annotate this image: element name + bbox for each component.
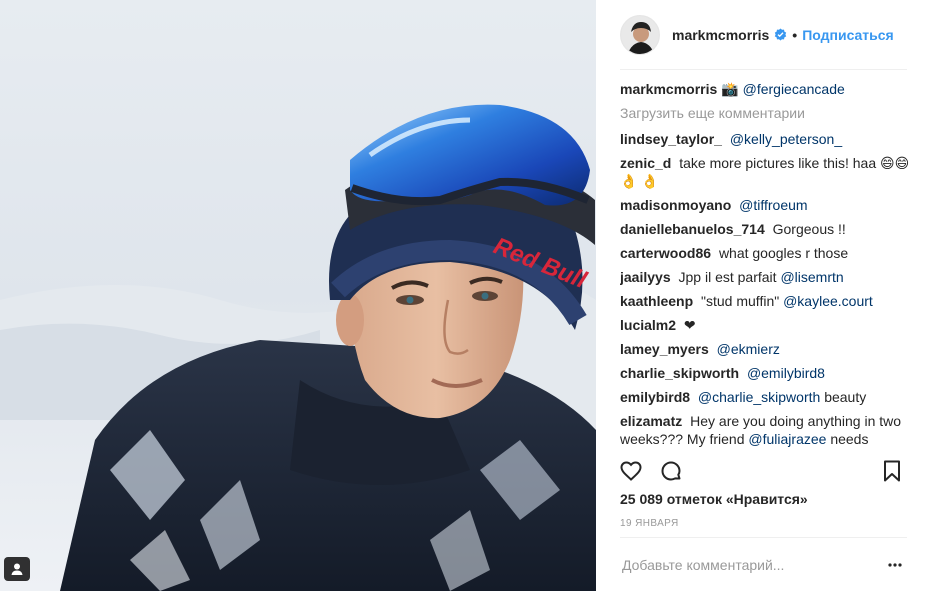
avatar-image xyxy=(621,15,659,54)
caption-emoji: 📸 xyxy=(721,81,739,97)
comment-username[interactable]: lamey_myers xyxy=(620,341,709,357)
comment-row: charlie_skipworth @emilybird8 xyxy=(620,364,911,382)
comment-mention[interactable]: @kaylee.court xyxy=(783,293,873,309)
comment-row: madisonmoyano @tiffroeum xyxy=(620,196,911,214)
comment-mention[interactable]: @tiffroeum xyxy=(739,197,807,213)
comment-text: what googles r those xyxy=(718,245,849,261)
comment-text: ❤ xyxy=(683,317,696,333)
load-more-comments[interactable]: Загрузить еще комментарии xyxy=(620,104,911,122)
comment-row: lucialm2 ❤ xyxy=(620,316,911,334)
comment-username[interactable]: charlie_skipworth xyxy=(620,365,739,381)
comment-input[interactable] xyxy=(620,556,883,573)
comment-row: lindsey_taylor_ @kelly_peterson_ xyxy=(620,130,911,148)
likes-count[interactable]: 25 089 отметок «Нравится» xyxy=(620,491,808,507)
comment-username[interactable]: emilybird8 xyxy=(620,389,690,405)
comment-mention[interactable]: @fuliajrazee xyxy=(748,431,826,447)
caption-mention[interactable]: @fergiecancade xyxy=(743,81,845,97)
user-tag-icon xyxy=(11,563,23,575)
comment-bubble-icon xyxy=(661,461,681,481)
comment-text: "stud muffin" xyxy=(701,293,780,309)
comment-text: Jpp il est parfait xyxy=(678,269,777,285)
comment-row: emilybird8 @charlie_skipworth beauty xyxy=(620,388,911,406)
comment-username[interactable]: daniellebanuelos_714 xyxy=(620,221,765,237)
comment-text: needs xyxy=(830,431,869,447)
comment-mention[interactable]: @kelly_peterson_ xyxy=(730,131,842,147)
comment-username[interactable]: kaathleenp xyxy=(620,293,693,309)
comment-username[interactable]: lindsey_taylor_ xyxy=(620,131,722,147)
post-side-panel: markmcmorris • Подписаться markmcmorris 📸… xyxy=(596,0,931,591)
comment-row: jaailyys Jpp il est parfait @lisemrtn xyxy=(620,268,911,286)
comment-mention[interactable]: @ekmierz xyxy=(717,341,780,357)
comment-username[interactable]: zenic_d xyxy=(620,155,671,171)
comment-row: kaathleenp "stud muffin" @kaylee.court xyxy=(620,292,911,310)
add-comment-bar xyxy=(620,537,907,591)
user-tag-button[interactable] xyxy=(4,557,30,581)
comment-username[interactable]: lucialm2 xyxy=(620,317,676,333)
comment-row: daniellebanuelos_714 Gorgeous !! xyxy=(620,220,911,238)
verified-badge-icon xyxy=(774,28,787,41)
post-date[interactable]: 19 января xyxy=(620,518,679,529)
post-header: markmcmorris • Подписаться xyxy=(620,0,907,70)
save-button[interactable] xyxy=(877,456,907,486)
comment-username[interactable]: carterwood86 xyxy=(620,245,711,261)
avatar[interactable] xyxy=(620,14,660,55)
comment-username[interactable]: madisonmoyano xyxy=(620,197,731,213)
post-caption: markmcmorris 📸 @fergiecancade xyxy=(620,80,911,98)
author-username[interactable]: markmcmorris xyxy=(672,27,769,43)
comment-row: zenic_d take more pictures like this! ha… xyxy=(620,154,911,190)
comment-text: beauty xyxy=(824,389,867,405)
comment-username[interactable]: jaailyys xyxy=(620,269,671,285)
heart-icon xyxy=(620,461,642,481)
comment-mention[interactable]: @emilybird8 xyxy=(747,365,825,381)
comments-list[interactable]: markmcmorris 📸 @fergiecancade Загрузить е… xyxy=(620,80,911,450)
more-options-icon[interactable] xyxy=(883,555,907,575)
like-button[interactable] xyxy=(616,456,646,486)
header-separator: • xyxy=(792,26,798,43)
post-photo[interactable]: Red Bull xyxy=(0,0,596,591)
comment-button[interactable] xyxy=(656,456,686,486)
follow-button[interactable]: Подписаться xyxy=(802,27,894,43)
comment-mention[interactable]: @charlie_skipworth xyxy=(698,389,820,405)
more-dots xyxy=(888,562,902,567)
caption-username[interactable]: markmcmorris xyxy=(620,81,717,97)
instagram-post: Red Bull markmcmorris • Подписаться mark… xyxy=(0,0,931,591)
comment-row: elizamatz Hey are you doing anything in … xyxy=(620,412,911,448)
comment-mention[interactable]: @lisemrtn xyxy=(780,269,843,285)
snowboarder-photo: Red Bull xyxy=(0,0,596,591)
comment-username[interactable]: elizamatz xyxy=(620,413,682,429)
comment-row: lamey_myers @ekmierz xyxy=(620,340,911,358)
comment-row: carterwood86 what googles r those xyxy=(620,244,911,262)
post-actions xyxy=(616,456,907,486)
comment-text: Gorgeous !! xyxy=(772,221,846,237)
bookmark-icon xyxy=(884,460,900,482)
